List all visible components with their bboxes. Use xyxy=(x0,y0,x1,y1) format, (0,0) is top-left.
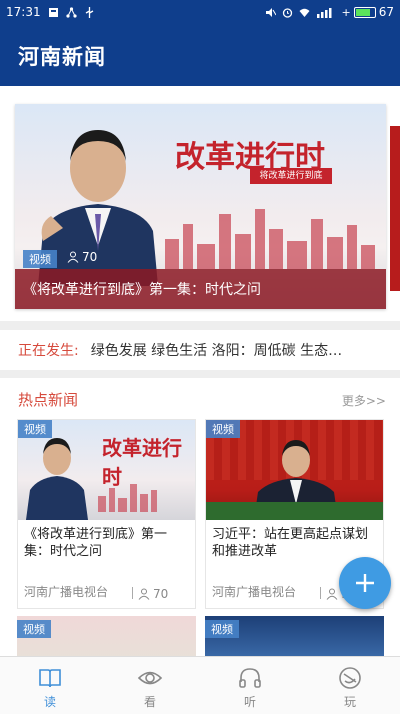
news-thumbnail: 改革进行时 视频 xyxy=(18,420,195,520)
plus-icon xyxy=(356,574,374,592)
view-count: 70 xyxy=(67,250,97,264)
news-title: 习近平：站在更高起点谋划和推进改革 xyxy=(212,527,369,559)
add-button[interactable] xyxy=(339,557,391,609)
ticker-text[interactable]: 绿色发展 绿色生活 洛阳：周低碳 生态… xyxy=(91,340,342,360)
nav-item-read[interactable]: 读 xyxy=(0,657,100,714)
mute-icon xyxy=(265,7,276,17)
battery-percent: 67 xyxy=(378,5,394,19)
user-icon xyxy=(67,251,79,263)
news-source: 河南广播电视台 xyxy=(212,585,297,599)
podium-flowers xyxy=(206,502,383,520)
battery-indicator: + 67 xyxy=(341,5,395,19)
user-icon xyxy=(138,588,150,600)
thumb-slogan: 改革进行时 xyxy=(102,436,182,489)
video-tag: 视频 xyxy=(23,250,57,268)
video-tag: 视频 xyxy=(206,420,240,438)
battery-icon xyxy=(353,6,376,18)
news-card-partial[interactable]: 视频 xyxy=(205,616,384,658)
meta-divider xyxy=(132,587,133,599)
view-count-value: 70 xyxy=(82,250,98,264)
news-thumbnail: 视频 xyxy=(206,420,383,520)
alarm-icon xyxy=(282,7,292,18)
eye-icon xyxy=(137,671,163,685)
headphones-icon xyxy=(239,668,261,688)
nav-label: 看 xyxy=(143,695,156,709)
nav-item-play[interactable]: 玩 xyxy=(300,657,400,714)
wifi-icon xyxy=(299,8,309,17)
app-header: 河南新闻 xyxy=(0,24,400,86)
section-title: 热点新闻 xyxy=(18,391,79,409)
speaker-figure xyxy=(26,438,88,520)
status-time: 17:31 xyxy=(6,5,41,19)
video-tag: 视频 xyxy=(18,420,52,438)
banner-slogan-sub: 将改革进行到底 xyxy=(250,168,332,184)
news-source: 河南广播电视台 xyxy=(24,585,109,599)
game-icon xyxy=(339,667,361,689)
nav-item-listen[interactable]: 听 xyxy=(200,657,300,714)
news-card-partial[interactable]: 视频 xyxy=(17,616,196,658)
signal-icon xyxy=(316,7,331,18)
banner-caption[interactable]: 《将改革进行到底》第一集：时代之问 xyxy=(23,279,261,299)
ticker-label: 正在发生: xyxy=(18,343,79,359)
notification-icon xyxy=(48,7,58,17)
status-bar: 17:31 + 67 xyxy=(0,0,400,24)
book-icon xyxy=(39,669,61,688)
nav-label: 听 xyxy=(243,695,256,709)
bottom-nav: 读 看 听 玩 xyxy=(0,656,400,714)
app-title: 河南新闻 xyxy=(18,45,106,69)
news-title: 《将改革进行到底》第一集：时代之问 xyxy=(24,527,168,559)
user-icon xyxy=(326,588,338,600)
banner-section: 改革进行时 将改革进行到底 视频 70 《将改革进行到底》第一集：时代之问 xyxy=(0,86,400,321)
banner-next-slide[interactable] xyxy=(390,126,400,291)
banner-carousel[interactable]: 改革进行时 将改革进行到底 视频 70 《将改革进行到底》第一集：时代之问 xyxy=(15,104,386,309)
news-card[interactable]: 改革进行时 视频 《将改革进行到底》第一集：时代之问 河南广播电视台 70 xyxy=(17,419,196,609)
share-icon xyxy=(65,6,77,18)
video-tag: 视频 xyxy=(17,620,51,638)
more-link[interactable]: 更多>> xyxy=(342,392,386,409)
meta-divider xyxy=(320,587,321,599)
nav-label: 读 xyxy=(43,695,56,709)
view-count: 70 xyxy=(138,587,168,601)
view-count-value: 70 xyxy=(153,587,169,601)
city-skyline xyxy=(165,209,386,269)
thumb-skyline xyxy=(98,484,157,512)
video-tag: 视频 xyxy=(205,620,239,638)
nav-item-watch[interactable]: 看 xyxy=(100,657,200,714)
breaking-news-ticker[interactable]: 正在发生: 绿色发展 绿色生活 洛阳：周低碳 生态… xyxy=(0,330,400,370)
usb-icon xyxy=(85,6,93,18)
nav-label: 玩 xyxy=(343,695,356,709)
hot-news-section: 热点新闻 更多>> 改革进行时 视频 《将改革进行到底》第一集：时代之问 河南广… xyxy=(0,378,400,658)
